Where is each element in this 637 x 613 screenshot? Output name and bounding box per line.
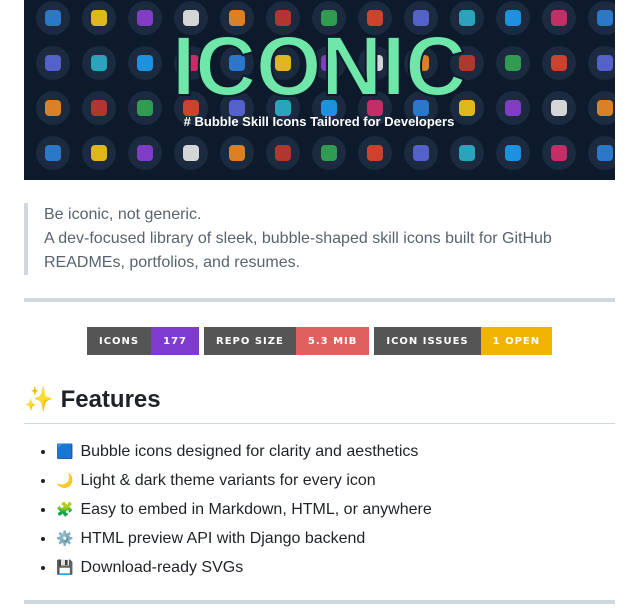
list-item: 🟦 Bubble icons designed for clarity and … bbox=[56, 437, 432, 466]
badge-repo-size-value: 5.3 MIB bbox=[295, 327, 370, 355]
bubble-icon-glyph bbox=[183, 145, 199, 161]
list-item-text: Bubble icons designed for clarity and ae… bbox=[80, 443, 419, 460]
bubble-icon-glyph bbox=[597, 100, 613, 116]
puzzle-icon: 🧩 bbox=[56, 501, 74, 517]
bubble-icon-glyph bbox=[413, 145, 429, 161]
bubble-icon-glyph bbox=[91, 55, 107, 71]
gear-icon: ⚙️ bbox=[56, 530, 74, 546]
bubble-icon-glyph bbox=[505, 55, 521, 71]
banner-tagline: # Bubble Skill Icons Tailored for Develo… bbox=[184, 114, 455, 129]
bubble-icon-glyph bbox=[229, 145, 245, 161]
bubble-icon-glyph bbox=[137, 100, 153, 116]
list-item: 🧩 Easy to embed in Markdown, HTML, or an… bbox=[56, 495, 432, 524]
features-heading-text: Features bbox=[60, 386, 161, 413]
moon-icon: 🌙 bbox=[56, 472, 74, 488]
bubble-icon-glyph bbox=[275, 145, 291, 161]
badges-row: ICONS 177 REPO SIZE 5.3 MIB ICON ISSUES … bbox=[87, 327, 553, 355]
banner-image: ICONIC # Bubble Skill Icons Tailored for… bbox=[24, 0, 615, 180]
bubble-icon-glyph bbox=[551, 145, 567, 161]
list-item-text: Download-ready SVGs bbox=[80, 559, 244, 576]
list-item: 🌙 Light & dark theme variants for every … bbox=[56, 466, 432, 495]
bubble-icon-glyph bbox=[505, 10, 521, 26]
bubble-icon-glyph bbox=[45, 10, 61, 26]
features-list: 🟦 Bubble icons designed for clarity and … bbox=[24, 437, 432, 582]
bubble-icon-glyph bbox=[551, 100, 567, 116]
bubble-icon-glyph bbox=[505, 145, 521, 161]
badge-icons-label: ICONS bbox=[87, 327, 152, 355]
intro-line-1: Be iconic, not generic. bbox=[44, 206, 202, 223]
bubble-icon-glyph bbox=[367, 145, 383, 161]
divider bbox=[24, 600, 615, 604]
bubble-icon-glyph bbox=[459, 145, 475, 161]
bubble-icon-glyph bbox=[551, 10, 567, 26]
list-item-text: Easy to embed in Markdown, HTML, or anyw… bbox=[80, 501, 432, 518]
bubble-icon-glyph bbox=[321, 145, 337, 161]
badge-repo-size[interactable]: REPO SIZE 5.3 MIB bbox=[204, 327, 370, 355]
bubble-icon-glyph bbox=[45, 55, 61, 71]
blue-square-icon: 🟦 bbox=[56, 443, 74, 459]
list-item-text: Light & dark theme variants for every ic… bbox=[80, 472, 376, 489]
list-item-text: HTML preview API with Django backend bbox=[80, 530, 366, 547]
bubble-icon-glyph bbox=[91, 145, 107, 161]
badge-issues[interactable]: ICON ISSUES 1 OPEN bbox=[374, 327, 553, 355]
badge-issues-label: ICON ISSUES bbox=[374, 327, 481, 355]
bubble-icon-glyph bbox=[45, 145, 61, 161]
features-heading: ✨ Features bbox=[24, 384, 615, 424]
sparkles-icon: ✨ bbox=[24, 386, 54, 413]
list-item: ⚙️ HTML preview API with Django backend bbox=[56, 524, 432, 553]
bubble-icon-glyph bbox=[597, 55, 613, 71]
bubble-icon-glyph bbox=[505, 100, 521, 116]
bubble-icon-glyph bbox=[551, 55, 567, 71]
badge-issues-value: 1 OPEN bbox=[480, 327, 553, 355]
list-item: 💾 Download-ready SVGs bbox=[56, 553, 432, 582]
intro-line-2: A dev-focused library of sleek, bubble-s… bbox=[44, 230, 552, 271]
bubble-icon-glyph bbox=[137, 10, 153, 26]
bubble-icon-glyph bbox=[91, 100, 107, 116]
divider bbox=[24, 298, 615, 302]
bubble-icon-glyph bbox=[597, 145, 613, 161]
badge-icons[interactable]: ICONS 177 bbox=[87, 327, 200, 355]
bubble-icon-glyph bbox=[137, 55, 153, 71]
bubble-icon-glyph bbox=[91, 10, 107, 26]
badge-repo-size-label: REPO SIZE bbox=[204, 327, 296, 355]
intro-blockquote: Be iconic, not generic. A dev-focused li… bbox=[24, 203, 604, 275]
bubble-icon-glyph bbox=[45, 100, 61, 116]
badge-icons-value: 177 bbox=[151, 327, 200, 355]
bubble-icon-glyph bbox=[597, 10, 613, 26]
floppy-disk-icon: 💾 bbox=[56, 559, 74, 575]
banner-graphic: ICONIC # Bubble Skill Icons Tailored for… bbox=[36, 1, 615, 170]
bubble-icon-glyph bbox=[137, 145, 153, 161]
banner-title: ICONIC bbox=[172, 19, 466, 113]
